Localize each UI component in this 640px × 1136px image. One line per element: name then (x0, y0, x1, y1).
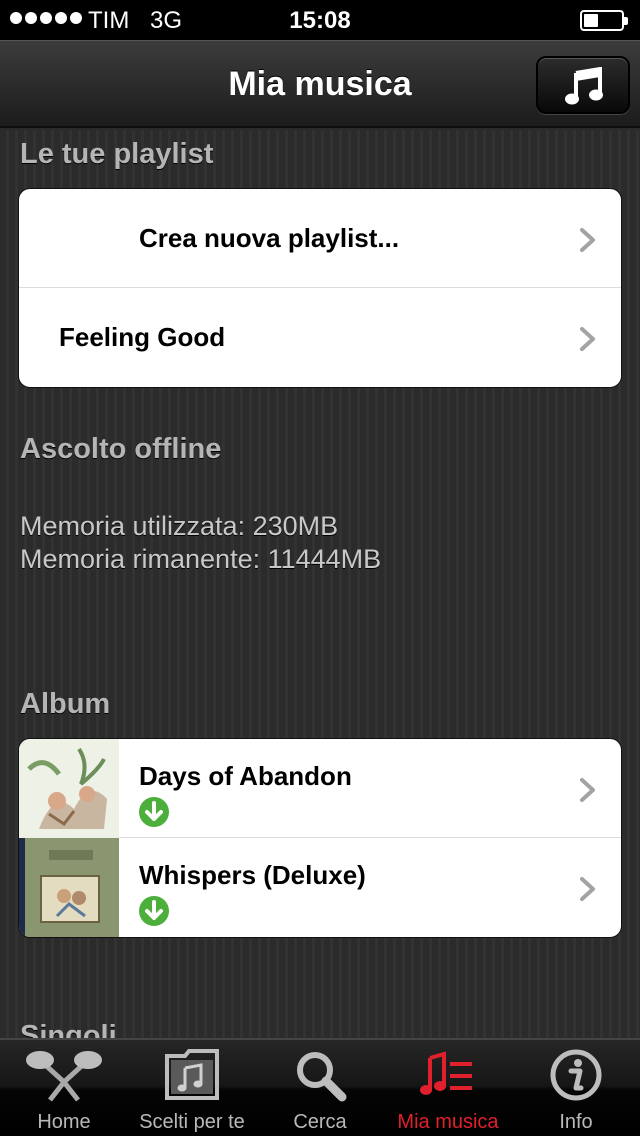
tab-cerca[interactable]: Cerca (256, 1040, 384, 1136)
microphones-icon (26, 1051, 102, 1102)
status-time: 15:08 (289, 7, 351, 34)
album-row-days-of-abandon[interactable]: Days of Abandon (19, 739, 621, 838)
tab-scelti-per-te[interactable]: Scelti per te (128, 1040, 256, 1136)
section-title-offline: Ascolto offline (20, 433, 222, 465)
status-bar: TIM 3G 15:08 (0, 0, 640, 40)
playlists-group: Crea nuova playlist... Feeling Good (18, 188, 622, 388)
tab-label: Cerca (293, 1111, 347, 1133)
tab-label: Scelti per te (139, 1111, 245, 1133)
section-title-playlists: Le tue playlist (20, 138, 214, 170)
section-title-albums: Album (20, 688, 111, 720)
content-area[interactable]: Le tue playlist Crea nuova playlist... F… (0, 130, 640, 1038)
album-title: Whispers (Deluxe) (139, 860, 366, 890)
create-playlist-row[interactable]: Crea nuova playlist... (19, 189, 621, 288)
tab-label: Info (559, 1111, 593, 1133)
playlist-row-feeling-good[interactable]: Feeling Good (19, 288, 621, 387)
music-note-icon (565, 67, 603, 105)
create-playlist-label: Crea nuova playlist... (139, 223, 400, 253)
now-playing-button[interactable] (536, 56, 630, 114)
music-folder-icon (165, 1049, 219, 1100)
tab-info[interactable]: Info (512, 1040, 640, 1136)
chevron-right-icon (580, 778, 595, 802)
downloaded-icon (139, 797, 169, 827)
chevron-right-icon (580, 877, 595, 901)
album-cover-image (19, 739, 119, 838)
chevron-right-icon (580, 228, 595, 252)
tab-home[interactable]: Home (0, 1040, 128, 1136)
search-icon (297, 1052, 347, 1102)
album-cover-image (19, 838, 119, 937)
tab-label: Home (37, 1111, 91, 1133)
tab-label: Mia musica (397, 1111, 499, 1133)
tab-bar: Home Scelti per te Cerca Mia musica Info (0, 1038, 640, 1136)
chevron-right-icon (580, 327, 595, 351)
navigation-bar: Mia musica (0, 40, 640, 128)
my-music-icon (420, 1051, 472, 1095)
albums-group: Days of Abandon Whispers (Deluxe) (18, 738, 622, 938)
album-title: Days of Abandon (139, 761, 352, 791)
downloaded-icon (139, 896, 169, 926)
album-row-whispers-deluxe[interactable]: Whispers (Deluxe) (19, 838, 621, 937)
battery-icon (580, 10, 628, 31)
section-title-singles: Singoli (20, 1020, 117, 1038)
memory-used-text: Memoria utilizzata: 230MB (20, 511, 339, 541)
info-icon (550, 1049, 602, 1101)
memory-remaining-text: Memoria rimanente: 11444MB (20, 544, 382, 574)
playlist-label: Feeling Good (59, 322, 226, 352)
tab-mia-musica[interactable]: Mia musica (384, 1040, 512, 1136)
